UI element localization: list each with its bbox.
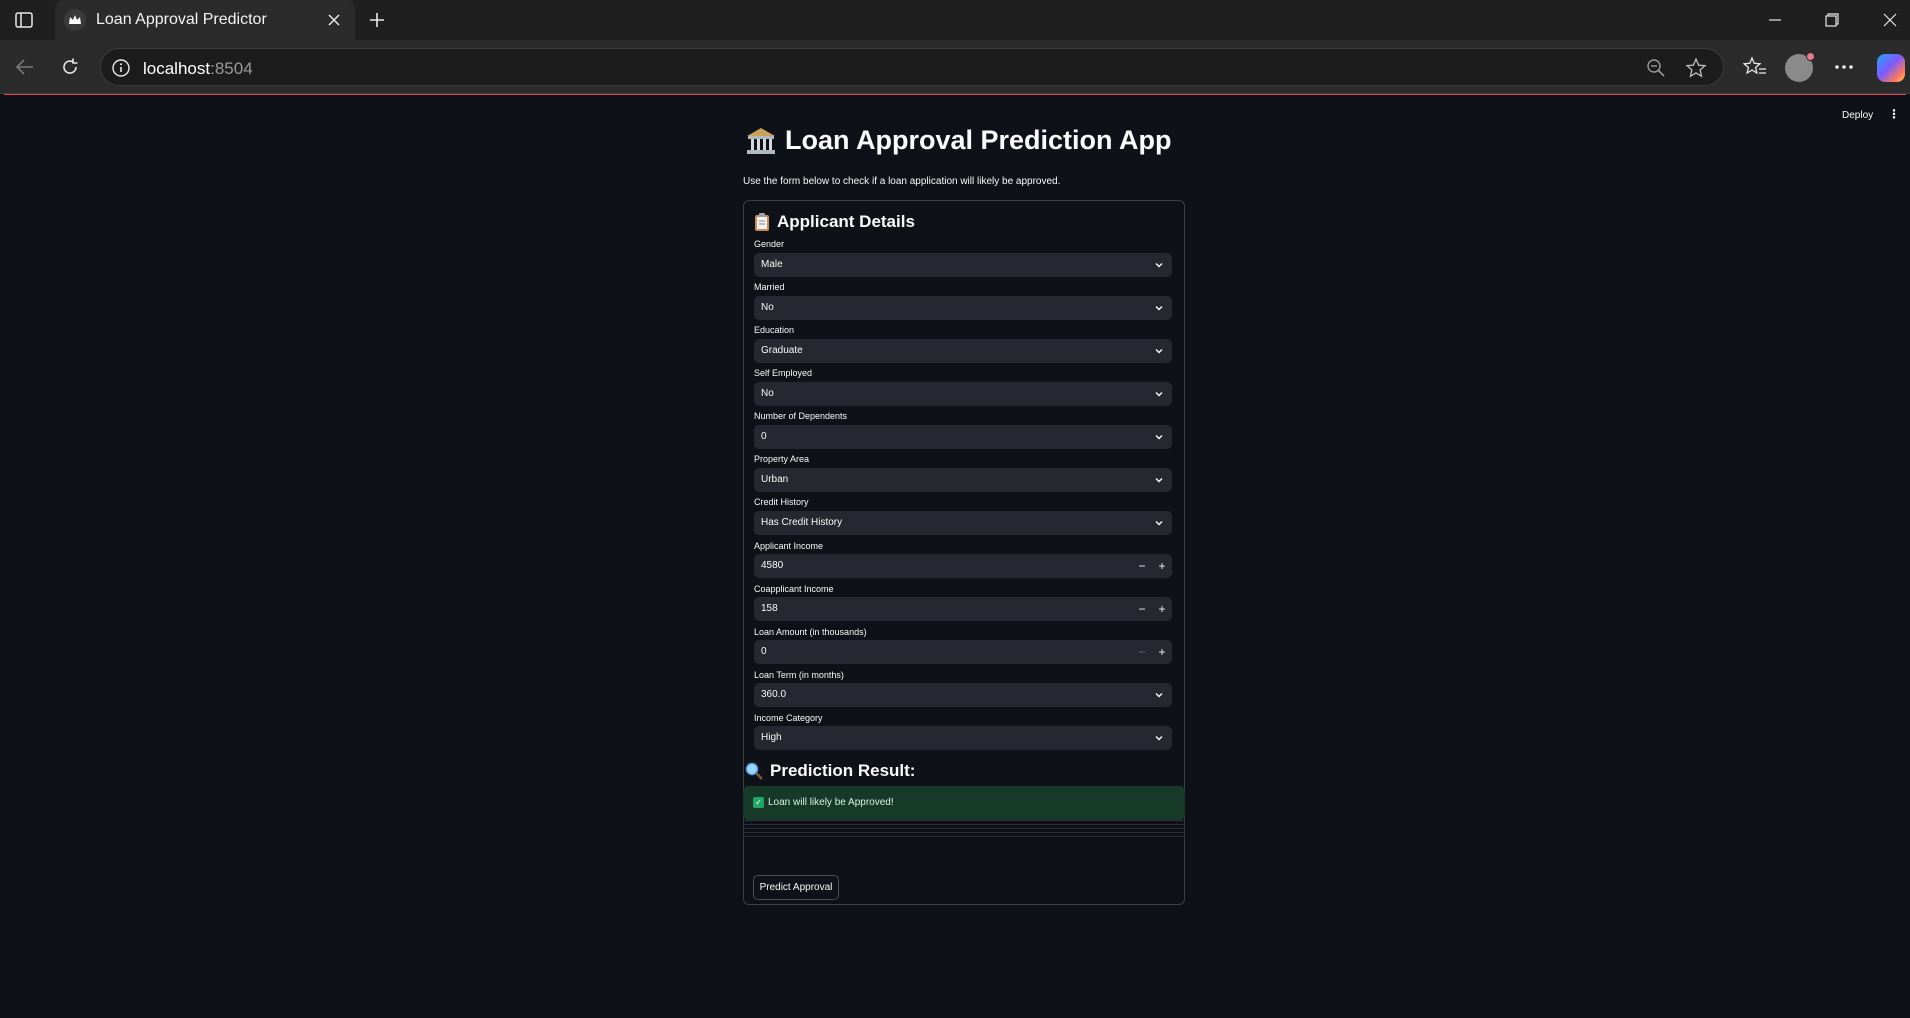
url-text: localhost:8504: [143, 59, 253, 79]
loan-amount-input[interactable]: 0 − +: [754, 640, 1172, 664]
dependents-select[interactable]: 0: [754, 425, 1172, 449]
address-bar[interactable]: localhost:8504: [100, 48, 1724, 86]
gender-label: Gender: [754, 239, 785, 249]
chevron-down-icon: [1155, 263, 1163, 268]
applicant-income-label: Applicant Income: [754, 541, 824, 551]
tab-title: Loan Approval Predictor: [96, 11, 267, 28]
check-icon: ✓: [753, 797, 764, 808]
education-value: Graduate: [761, 345, 803, 356]
chevron-down-icon: [1155, 693, 1163, 698]
close-window-icon[interactable]: [1872, 6, 1908, 34]
increment-button[interactable]: +: [1152, 597, 1172, 621]
self-employed-value: No: [761, 388, 774, 399]
form-title: Applicant Details: [754, 212, 915, 232]
dependents-label: Number of Dependents: [754, 411, 848, 421]
more-icon[interactable]: [1830, 53, 1858, 81]
result-success-alert: ✓ Loan will likely be Approved!: [743, 786, 1185, 820]
result-heading-text: Prediction Result:: [770, 761, 916, 780]
chevron-down-icon: [1155, 392, 1163, 397]
loan-amount-label: Loan Amount (in thousands): [754, 627, 867, 637]
bank-icon: [745, 126, 777, 156]
restore-icon[interactable]: [1814, 6, 1850, 34]
copilot-icon[interactable]: [1877, 54, 1905, 82]
decrement-button[interactable]: −: [1132, 640, 1152, 664]
close-icon[interactable]: [321, 7, 347, 33]
crown-icon: [64, 9, 86, 31]
result-chart-partial: [743, 820, 1185, 841]
browser-tab-bar: Loan Approval Predictor: [0, 0, 1910, 40]
decrement-button[interactable]: −: [1132, 597, 1152, 621]
predict-approval-button[interactable]: Predict Approval: [753, 875, 839, 900]
self-employed-select[interactable]: No: [754, 382, 1172, 406]
url-port: :8504: [210, 59, 253, 78]
chevron-down-icon: [1155, 306, 1163, 311]
chevron-down-icon: [1155, 435, 1163, 440]
income-category-value: High: [761, 732, 782, 743]
loan-term-value: 360.0: [761, 689, 787, 700]
education-select[interactable]: Graduate: [754, 339, 1172, 363]
property-area-label: Property Area: [754, 454, 810, 464]
page-subtitle: Use the form below to check if a loan ap…: [743, 176, 1061, 187]
form-title-text: Applicant Details: [777, 212, 915, 231]
married-value: No: [761, 302, 774, 313]
info-icon[interactable]: [111, 58, 131, 78]
sidebar-toggle-icon[interactable]: [10, 8, 38, 32]
back-arrow-icon[interactable]: [10, 52, 40, 82]
app-viewport: Deploy ⋮ Loan Approval Prediction App Us…: [4, 95, 1906, 1018]
applicant-income-value: 4580: [761, 560, 784, 571]
reload-icon[interactable]: [55, 52, 85, 82]
chevron-down-icon: [1155, 736, 1163, 741]
app-menu-icon[interactable]: ⋮: [1888, 108, 1900, 120]
result-heading: Prediction Result:: [745, 761, 915, 781]
clipboard-icon: [754, 212, 770, 232]
plus-icon[interactable]: [364, 7, 390, 33]
chevron-down-icon: [1155, 521, 1163, 526]
decrement-button[interactable]: −: [1132, 554, 1152, 578]
browser-tab[interactable]: Loan Approval Predictor: [55, 0, 355, 40]
loan-amount-value: 0: [761, 646, 767, 657]
credit-history-label: Credit History: [754, 497, 809, 507]
deploy-button[interactable]: Deploy: [1842, 110, 1873, 121]
star-icon[interactable]: [1685, 57, 1707, 79]
gender-select[interactable]: Male: [754, 253, 1172, 277]
notification-dot: [1806, 52, 1815, 61]
applicant-income-input[interactable]: 4580 − +: [754, 554, 1172, 578]
magnifier-icon: [745, 762, 763, 780]
favorites-icon[interactable]: [1741, 53, 1769, 81]
coapplicant-income-value: 158: [761, 603, 778, 614]
page-title-text: Loan Approval Prediction App: [785, 125, 1172, 155]
browser-toolbar: localhost:8504: [0, 40, 1910, 94]
gender-value: Male: [761, 259, 783, 270]
chevron-down-icon: [1155, 349, 1163, 354]
education-label: Education: [754, 325, 795, 335]
income-category-label: Income Category: [754, 713, 823, 723]
property-area-value: Urban: [761, 474, 789, 485]
coapplicant-income-label: Coapplicant Income: [754, 584, 834, 594]
coapplicant-income-input[interactable]: 158 − +: [754, 597, 1172, 621]
url-host: localhost: [143, 59, 211, 78]
dependents-value: 0: [761, 431, 767, 442]
zoom-out-icon[interactable]: [1645, 57, 1667, 79]
page-title: Loan Approval Prediction App: [745, 125, 1185, 156]
loan-term-label: Loan Term (in months): [754, 670, 844, 680]
increment-button[interactable]: +: [1152, 640, 1172, 664]
increment-button[interactable]: +: [1152, 554, 1172, 578]
credit-history-select[interactable]: Has Credit History: [754, 511, 1172, 535]
married-select[interactable]: No: [754, 296, 1172, 320]
loan-term-select[interactable]: 360.0: [754, 683, 1172, 707]
married-label: Married: [754, 282, 785, 292]
property-area-select[interactable]: Urban: [754, 468, 1172, 492]
self-employed-label: Self Employed: [754, 368, 813, 378]
result-message: Loan will likely be Approved!: [768, 797, 894, 808]
chevron-down-icon: [1155, 478, 1163, 483]
credit-history-value: Has Credit History: [761, 517, 843, 528]
minimize-icon[interactable]: [1757, 6, 1793, 34]
income-category-select[interactable]: High: [754, 726, 1172, 750]
